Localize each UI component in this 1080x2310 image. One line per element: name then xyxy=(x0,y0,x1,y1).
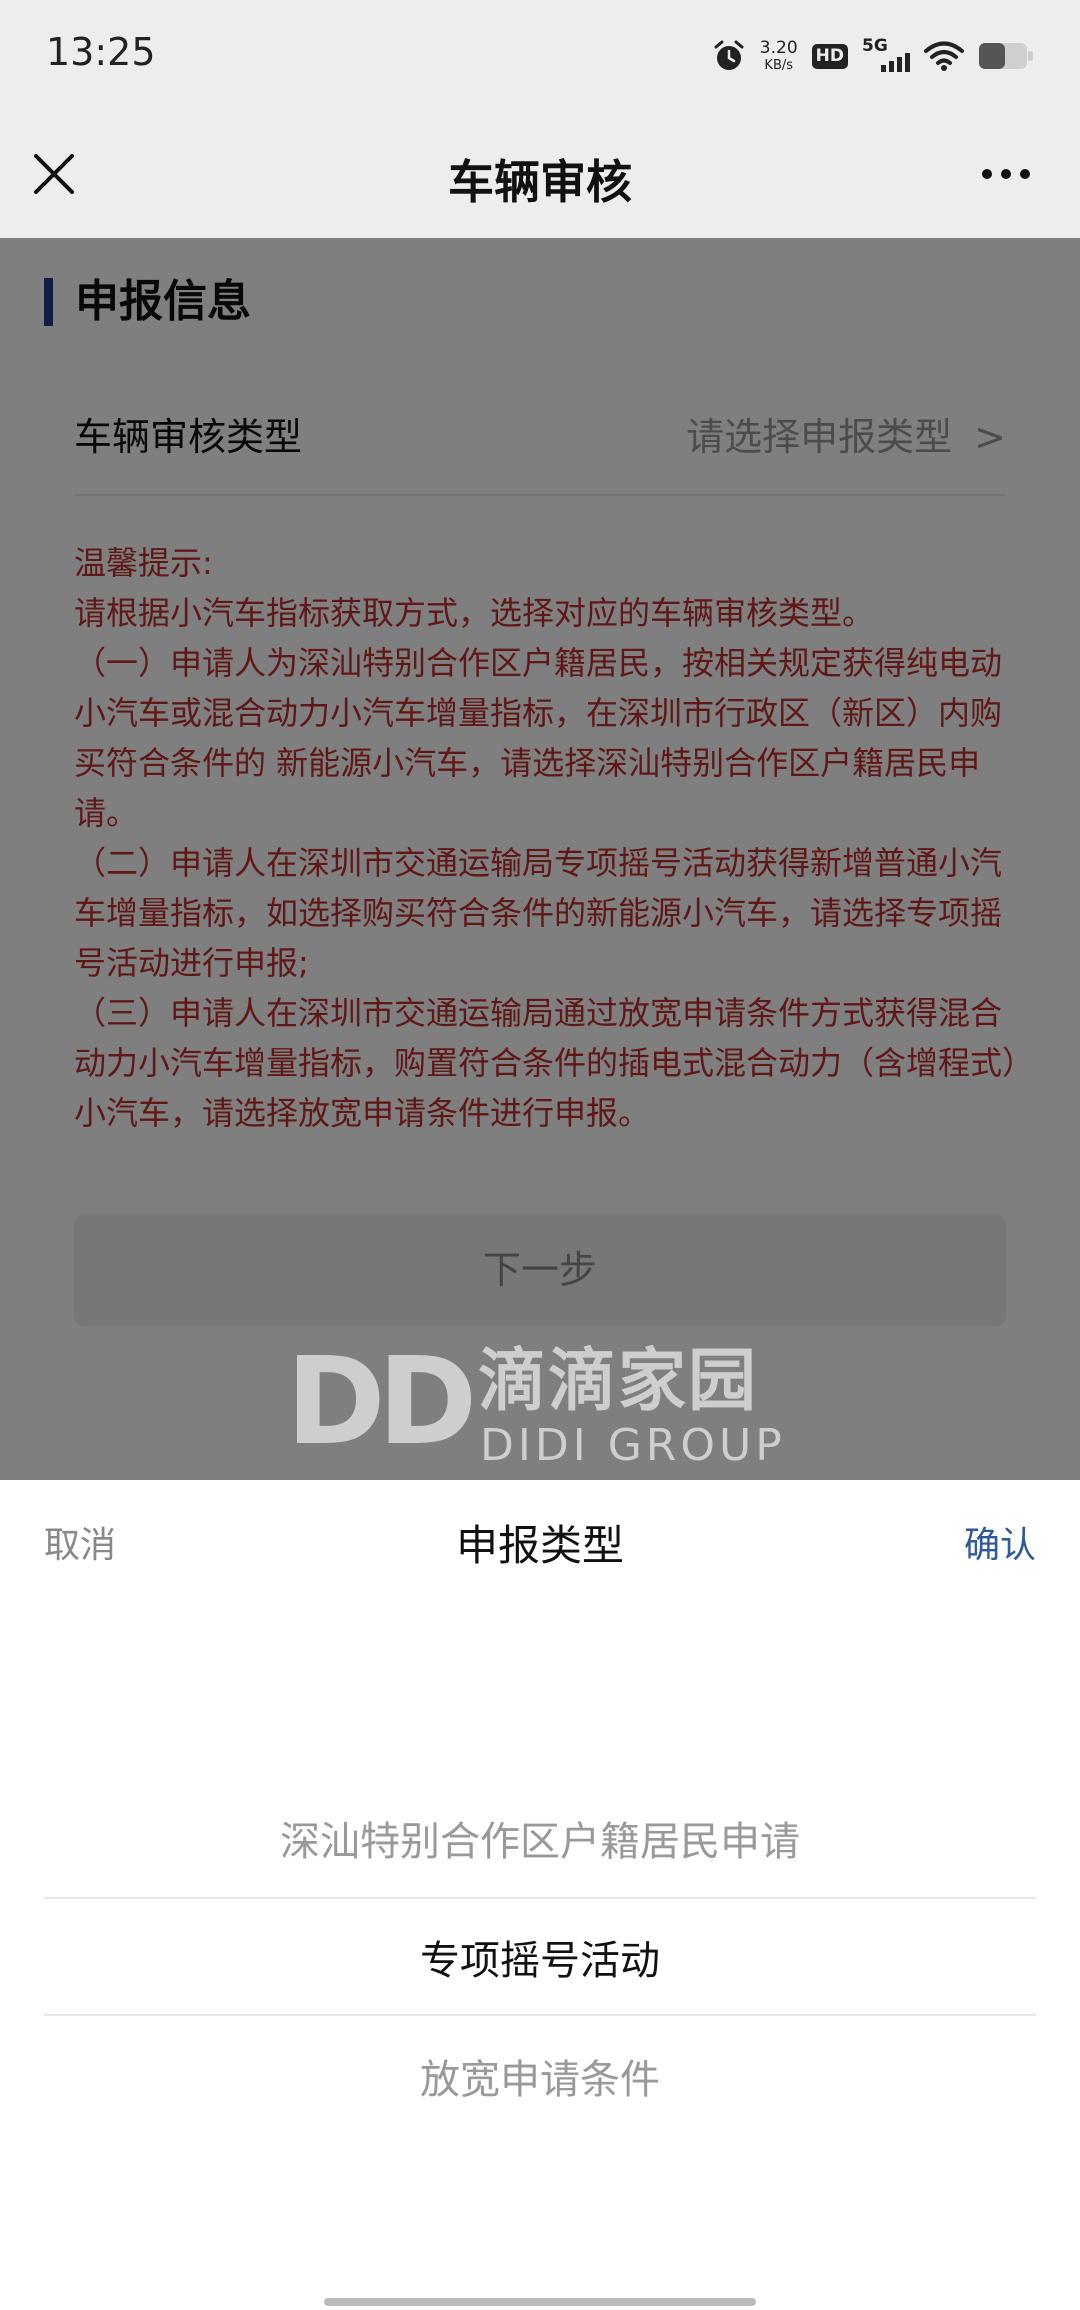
watermark-name-cn: 滴滴家园 xyxy=(478,1342,759,1421)
page-title: 车辆审核 xyxy=(448,155,632,209)
watermark-name-en: DIDI GROUP xyxy=(480,1420,786,1471)
hd-icon: HD xyxy=(811,43,848,69)
network-speed-value: 3.20 xyxy=(759,38,798,58)
sheet-title: 申报类型 xyxy=(455,1521,624,1570)
signal-icon: 5G xyxy=(862,38,910,74)
status-time: 13:25 xyxy=(46,30,156,74)
network-speed-unit: KB/s xyxy=(764,58,794,73)
alarm-icon xyxy=(714,40,744,70)
battery-icon xyxy=(979,43,1033,69)
picker-option[interactable]: 放宽申请条件 xyxy=(44,2016,1036,2135)
picker-option-selected[interactable]: 专项摇号活动 xyxy=(44,1897,1036,2016)
home-indicator xyxy=(324,2298,756,2306)
picker-wheel[interactable]: 深汕特别合作区户籍居民申请 专项摇号活动 放宽申请条件 xyxy=(44,1778,1036,2135)
more-icon[interactable] xyxy=(980,166,1032,182)
nav-bar: 车辆审核 xyxy=(0,112,1080,238)
picker-sheet: 取消 申报类型 确认 深汕特别合作区户籍居民申请 专项摇号活动 放宽申请条件 xyxy=(0,1480,1080,2310)
confirm-button[interactable]: 确认 xyxy=(964,1516,1036,1568)
watermark-dd-letters: DD xyxy=(286,1333,477,1472)
status-bar: 13:25 3.20 KB/s HD 5G xyxy=(0,0,1080,112)
wifi-icon xyxy=(924,41,964,71)
network-speed: 3.20 KB/s xyxy=(759,38,798,73)
watermark-logo: DD 滴滴家园 DIDI GROUP xyxy=(286,1333,806,1472)
picker-option[interactable]: 深汕特别合作区户籍居民申请 xyxy=(44,1778,1036,1897)
status-icons: 3.20 KB/s HD 5G xyxy=(712,34,1034,78)
modal-overlay[interactable] xyxy=(0,238,1080,1480)
signal-bars xyxy=(881,53,910,72)
